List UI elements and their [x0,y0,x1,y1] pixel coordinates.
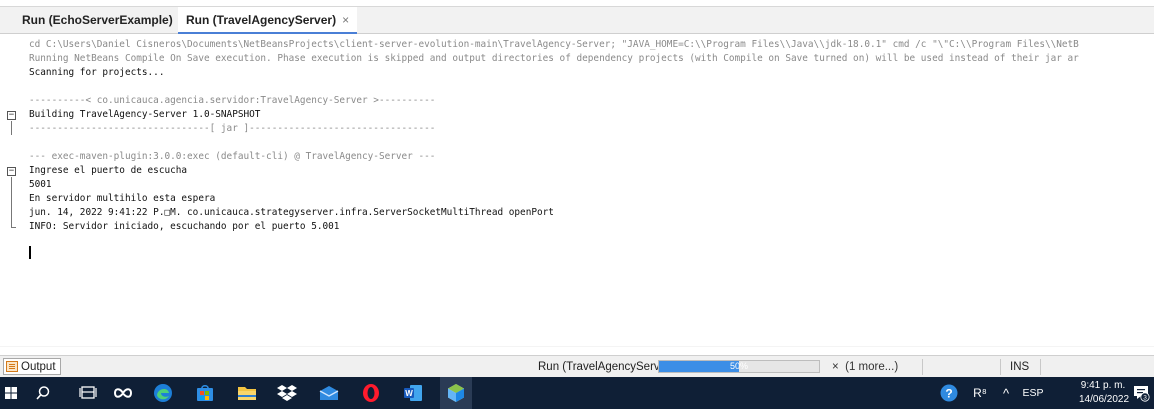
status-separator [1040,359,1041,375]
status-separator [922,359,923,375]
file-explorer-icon[interactable] [232,377,262,409]
people-icon[interactable]: R⁸ [968,377,992,409]
console-line: INFO: Servidor iniciado, escuchando por … [29,221,340,232]
fold-guide-line [11,121,12,135]
console-line: 5001 [29,179,52,190]
console-line: Scanning for projects... [29,67,165,78]
fold-guide-line [11,177,12,227]
output-window-button[interactable]: Output [3,358,61,375]
notifications-icon[interactable]: 3 [1130,377,1152,409]
fold-collapse-icon[interactable]: − [7,167,16,176]
running-task-label[interactable]: Run (TravelAgencyServer) [538,359,674,375]
console-line: Ingrese el puerto de escucha [29,165,188,176]
notification-count: 3 [1143,395,1147,402]
netbeans-icon[interactable] [440,377,472,409]
output-window-icon [6,361,18,372]
tab-run-echo-server-example[interactable]: Run (EchoServerExample)× [14,7,194,33]
tab-label: Run (TravelAgencyServer) [186,13,337,27]
window-top-edge [0,0,1154,7]
more-tasks-label: (1 more...) [845,361,899,373]
console-line: --------------------------------[ jar ]-… [29,123,436,134]
clock-time: 9:41 p. m. [1080,380,1126,391]
output-tab-bar: Run (EchoServerExample)× Run (TravelAgen… [0,7,1154,34]
more-tasks[interactable]: × (1 more...) [832,359,898,375]
console-line: En servidor multihilo esta espera [29,193,216,204]
fold-guide-end [11,227,16,228]
chevron-glyph: ^ [1002,385,1010,401]
svg-text:W: W [405,389,413,398]
output-label: Output [21,360,56,373]
help-icon[interactable]: ? [937,377,961,409]
system-clock[interactable]: 9:41 p. m. 14/06/2022 [1079,379,1130,407]
language-label: ESP [1022,387,1044,399]
cancel-task-icon[interactable]: × [832,361,839,373]
tab-run-travel-agency-server[interactable]: Run (TravelAgencyServer) × [178,7,358,34]
svg-text:?: ? [945,387,952,401]
console-line: jun. 14, 2022 9:41:22 P.□M. co.unicauca.… [29,207,554,218]
status-separator [1000,359,1001,375]
task-progress-bar[interactable]: 50% [658,360,820,373]
search-icon[interactable] [30,377,56,409]
dropbox-icon[interactable] [272,377,302,409]
opera-browser-icon[interactable] [356,377,386,409]
task-view-icon[interactable] [74,377,102,409]
tab-close-icon[interactable]: × [342,13,349,27]
edge-browser-icon[interactable] [148,377,178,409]
insert-mode-indicator: INS [1010,361,1030,373]
console-line: --- exec-maven-plugin:3.0.0:exec (defaul… [29,151,436,162]
mail-icon[interactable] [314,377,344,409]
clock-date: 14/06/2022 [1079,394,1130,405]
console-line: Running NetBeans Compile On Save executi… [29,53,1079,64]
console-line: ----------< co.unicauca.agencia.servidor… [29,95,436,106]
tab-label: Run (EchoServerExample) [22,13,173,27]
language-indicator[interactable]: ESP [1019,377,1047,409]
status-bar: Output Run (TravelAgencyServer) 50% × (1… [0,355,1154,378]
progress-percent: 50% [729,361,748,371]
console-line: cd C:\Users\Daniel Cisneros\Documents\Ne… [29,39,1079,50]
store-icon[interactable] [190,377,220,409]
infinity-app-icon[interactable] [108,377,138,409]
windows-taskbar: W ? R⁸ ^ ESP 9:41 p. m. 14/06/2022 3 [0,377,1154,409]
word-icon[interactable]: W [398,377,428,409]
text-caret [29,246,31,259]
console-line: Building TravelAgency-Server 1.0-SNAPSHO… [29,109,261,120]
start-icon[interactable] [4,377,18,409]
console-output[interactable]: cd C:\Users\Daniel Cisneros\Documents\Ne… [0,34,1154,347]
people-glyph: R⁸ [973,386,987,400]
chevron-up-icon[interactable]: ^ [996,377,1016,409]
fold-collapse-icon[interactable]: − [7,111,16,120]
